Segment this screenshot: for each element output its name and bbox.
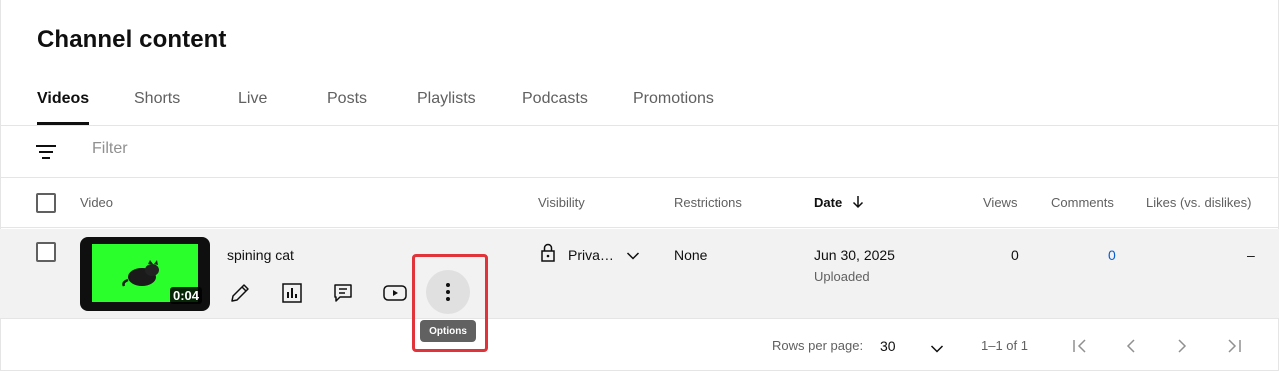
rows-per-page-select[interactable]: 30 (872, 332, 952, 360)
header-views: Views (983, 195, 1018, 210)
header-visibility: Visibility (538, 195, 585, 210)
select-all-checkbox[interactable] (36, 193, 56, 213)
tab-bar: Videos Shorts Live Posts Playlists Podca… (0, 82, 1279, 126)
chevron-down-icon (626, 248, 640, 266)
video-thumbnail[interactable]: 0:04 (80, 237, 210, 311)
table-header: Video Visibility Restrictions Date Views… (0, 178, 1279, 228)
edit-icon[interactable] (220, 273, 260, 313)
first-page-icon[interactable] (1066, 333, 1094, 359)
tab-shorts[interactable]: Shorts (134, 90, 180, 108)
likes-value: – (1247, 247, 1255, 263)
next-page-icon[interactable] (1168, 333, 1196, 359)
lock-icon (540, 243, 556, 268)
analytics-icon[interactable] (272, 273, 312, 313)
header-date-label: Date (814, 195, 843, 210)
filter-input[interactable] (92, 140, 492, 158)
tab-podcasts[interactable]: Podcasts (522, 90, 588, 108)
table-row[interactable]: 0:04 spining cat Priva… None Jun 30, 202… (0, 229, 1279, 319)
views-value: 0 (1011, 247, 1019, 263)
tab-promotions[interactable]: Promotions (633, 90, 714, 108)
visibility-value: Priva… (568, 247, 614, 263)
chevron-down-icon (930, 341, 944, 359)
page-range: 1–1 of 1 (981, 338, 1028, 353)
last-page-icon[interactable] (1220, 333, 1248, 359)
rows-per-page-label: Rows per page: (772, 338, 864, 353)
video-duration: 0:04 (169, 287, 202, 304)
previous-page-icon[interactable] (1117, 333, 1145, 359)
filter-bar (0, 126, 1279, 178)
options-tooltip: Options (420, 320, 476, 342)
header-likes: Likes (vs. dislikes) (1146, 195, 1252, 210)
tab-videos[interactable]: Videos (37, 90, 89, 108)
header-date[interactable]: Date (814, 195, 864, 212)
header-video: Video (80, 195, 114, 210)
page-title: Channel content (37, 26, 227, 53)
filter-icon[interactable] (35, 142, 57, 162)
row-checkbox[interactable] (36, 242, 56, 262)
comments-value[interactable]: 0 (1108, 247, 1116, 263)
tab-live[interactable]: Live (238, 90, 267, 108)
pagination-bar: Rows per page: 30 1–1 of 1 (0, 320, 1279, 371)
video-title[interactable]: spining cat (227, 247, 294, 263)
header-restrictions: Restrictions (674, 195, 742, 210)
tab-posts[interactable]: Posts (327, 90, 367, 108)
arrow-down-icon (852, 195, 864, 212)
active-tab-indicator (37, 122, 89, 125)
tab-playlists[interactable]: Playlists (417, 90, 476, 108)
comments-icon[interactable] (323, 273, 363, 313)
header-comments: Comments (1051, 195, 1114, 210)
youtube-icon[interactable] (375, 273, 415, 313)
date-status: Uploaded (814, 269, 870, 284)
rows-per-page-value: 30 (880, 338, 896, 354)
restrictions-value: None (674, 247, 708, 263)
visibility-dropdown[interactable]: Priva… (538, 243, 648, 267)
date-value: Jun 30, 2025 (814, 247, 895, 263)
